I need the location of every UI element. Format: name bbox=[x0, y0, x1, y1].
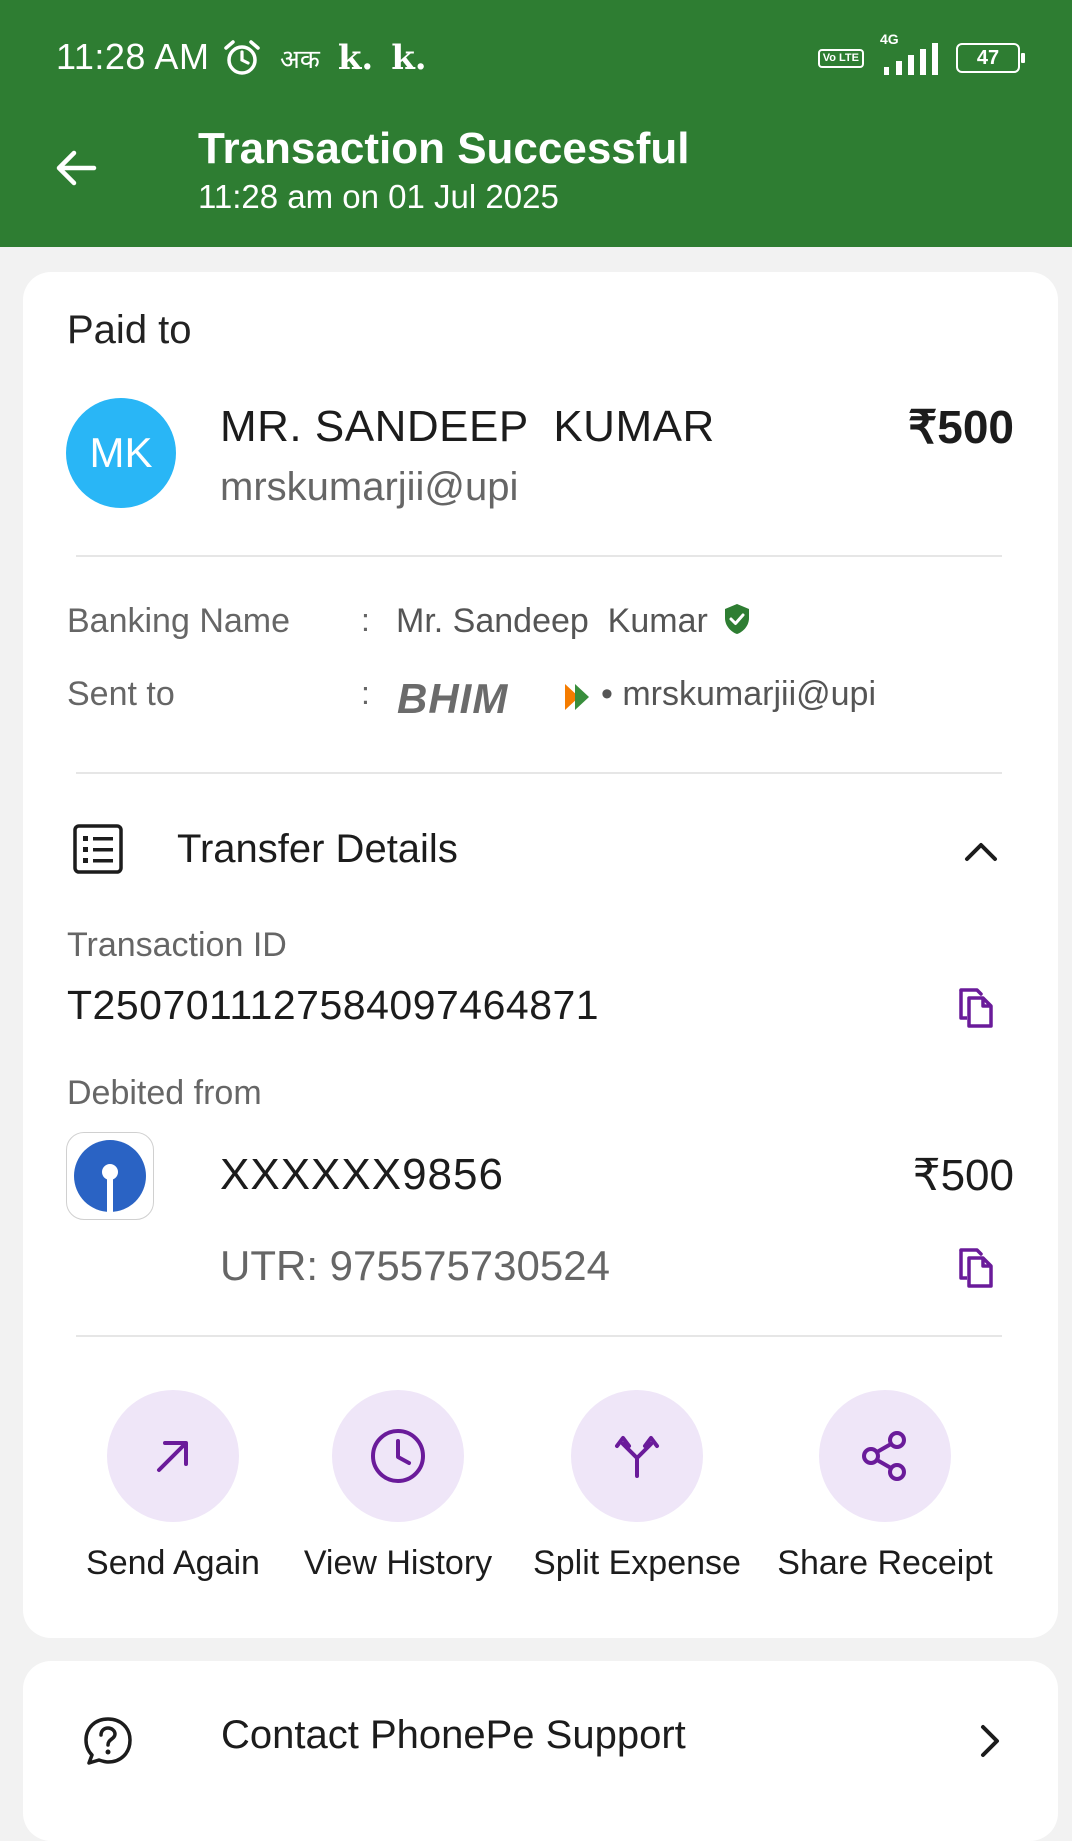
view-history-label: View History bbox=[303, 1544, 493, 1582]
bhim-logo: BHIM bbox=[397, 675, 509, 722]
payee-name: MR. SANDEEP KUMAR bbox=[220, 402, 715, 451]
contact-support-label: Contact PhonePe Support bbox=[221, 1713, 686, 1757]
debited-amount: ₹500 bbox=[912, 1151, 1014, 1200]
help-icon bbox=[84, 1717, 132, 1765]
status-bar: 11:28 AM अक k. k. Vo LTE 4G 47 bbox=[0, 0, 1072, 110]
network-type: 4G bbox=[880, 31, 940, 75]
k-app-icon: k. bbox=[337, 38, 374, 78]
battery-level: 47 bbox=[976, 46, 1000, 69]
payee-upi-id: mrskumarjii@upi bbox=[220, 465, 519, 509]
sent-to-upi: • mrskumarjii@upi bbox=[601, 675, 877, 713]
status-icons-right: Vo LTE 4G 47 bbox=[817, 31, 1025, 80]
transaction-id-label: Transaction ID bbox=[67, 926, 287, 964]
separator: : bbox=[361, 675, 370, 711]
utr-number: UTR: 975575730524 bbox=[220, 1242, 610, 1289]
transaction-card: Paid to MK MR. SANDEEP KUMAR mrskumarjii… bbox=[23, 272, 1058, 1638]
divider bbox=[76, 1335, 1002, 1337]
paid-amount: ₹500 bbox=[907, 401, 1014, 453]
split-icon bbox=[615, 1436, 659, 1478]
page-title: Transaction Successful bbox=[198, 124, 690, 173]
hindi-keyboard-icon: अक bbox=[280, 45, 320, 75]
bhim-flag-icon bbox=[565, 684, 589, 710]
split-expense-label: Split Expense bbox=[533, 1544, 741, 1582]
avatar: MK bbox=[66, 398, 176, 508]
separator: : bbox=[361, 602, 370, 638]
view-history-button[interactable]: View History bbox=[278, 1390, 518, 1583]
send-again-label: Send Again bbox=[86, 1544, 260, 1582]
action-circle[interactable] bbox=[332, 1390, 464, 1522]
chevron-right-icon[interactable] bbox=[969, 1721, 1009, 1761]
network-label: 4G bbox=[880, 31, 899, 47]
alarm-icon bbox=[224, 40, 260, 75]
receipt-list-icon bbox=[73, 824, 123, 874]
clock-icon bbox=[371, 1429, 425, 1483]
paid-to-label: Paid to bbox=[67, 308, 192, 352]
action-circle[interactable] bbox=[107, 1390, 239, 1522]
status-icons-left: अक k. k. bbox=[222, 34, 427, 82]
split-expense-button[interactable]: Split Expense bbox=[517, 1390, 757, 1583]
transfer-details-title: Transfer Details bbox=[177, 827, 458, 871]
bank-logo bbox=[66, 1132, 154, 1220]
share-receipt-label: Share Receipt bbox=[777, 1544, 993, 1582]
transaction-timestamp: 11:28 am on 01 Jul 2025 bbox=[198, 178, 559, 215]
action-circle[interactable] bbox=[571, 1390, 703, 1522]
debited-account-number: XXXXXX9856 bbox=[220, 1150, 504, 1199]
status-time: 11:28 AM bbox=[56, 36, 210, 77]
divider bbox=[76, 772, 1002, 774]
k-app-icon: k. bbox=[391, 38, 427, 78]
support-card[interactable]: Contact PhonePe Support bbox=[23, 1661, 1058, 1841]
copy-icon[interactable] bbox=[951, 984, 999, 1032]
back-arrow-icon[interactable] bbox=[48, 140, 104, 196]
verified-shield-icon bbox=[725, 604, 749, 634]
share-icon bbox=[862, 1431, 906, 1481]
battery-icon: 47 bbox=[956, 43, 1025, 73]
transaction-id-value: T2507011127584097464871 bbox=[67, 982, 600, 1028]
copy-icon[interactable] bbox=[951, 1244, 999, 1292]
send-again-button[interactable]: Send Again bbox=[53, 1390, 293, 1583]
share-receipt-button[interactable]: Share Receipt bbox=[765, 1390, 1005, 1583]
app-header: 11:28 AM अक k. k. Vo LTE 4G 47 Transacti… bbox=[0, 0, 1072, 247]
banking-name-value: Mr. Sandeep Kumar bbox=[396, 602, 708, 640]
divider bbox=[76, 555, 1002, 557]
volte-icon: Vo LTE bbox=[817, 48, 864, 68]
debited-from-label: Debited from bbox=[67, 1074, 262, 1112]
chevron-up-icon[interactable] bbox=[961, 832, 1001, 872]
action-circle[interactable] bbox=[819, 1390, 951, 1522]
sent-to-label: Sent to bbox=[67, 675, 175, 713]
sbi-logo-icon bbox=[74, 1140, 146, 1213]
banking-name-label: Banking Name bbox=[67, 602, 291, 640]
arrow-up-right-icon bbox=[157, 1441, 188, 1472]
